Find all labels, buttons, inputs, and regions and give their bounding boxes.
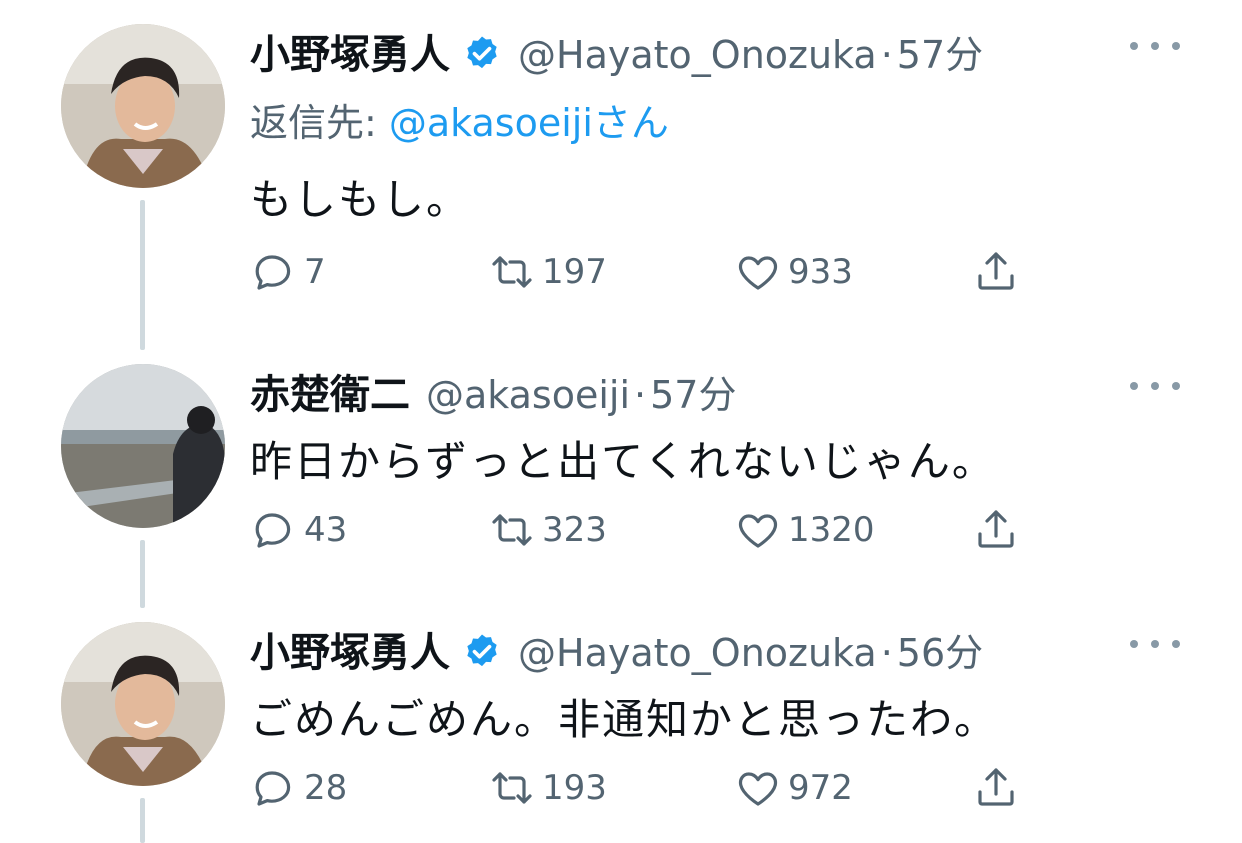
tweet-text: ごめんごめん。非通知かと思ったわ。 <box>250 695 999 744</box>
more-icon[interactable] <box>1130 376 1180 396</box>
like-count: 1320 <box>788 510 875 550</box>
retweet-count: 197 <box>542 252 607 292</box>
retweet-icon <box>492 772 532 804</box>
verified-badge-icon <box>462 34 502 74</box>
like-button[interactable]: 1320 <box>734 506 875 554</box>
reply-icon <box>255 513 291 548</box>
thread-connector-line <box>140 798 145 843</box>
display-name[interactable]: 小野塚勇人 <box>250 22 450 80</box>
thread-connector-line <box>140 540 145 608</box>
retweet-count: 193 <box>542 768 607 808</box>
avatar-photo <box>61 622 225 786</box>
timestamp[interactable]: 56分 <box>897 622 983 677</box>
display-name[interactable]: 赤楚衛二 <box>250 362 410 420</box>
reply-count: 28 <box>304 768 348 808</box>
avatar-photo <box>61 24 225 188</box>
avatar-photo <box>61 364 225 528</box>
tweet-text: もしもし。 <box>250 175 471 224</box>
avatar[interactable] <box>61 622 225 786</box>
retweet-button[interactable]: 323 <box>488 506 607 554</box>
heart-icon <box>738 256 778 290</box>
reply-count: 43 <box>304 510 348 550</box>
tweet-header: 小野塚勇人 @Hayato_Onozuka · 56分 <box>250 620 983 678</box>
retweet-button[interactable]: 193 <box>488 764 607 812</box>
timestamp[interactable]: 57分 <box>650 364 736 419</box>
like-button[interactable]: 933 <box>734 248 853 296</box>
tweet[interactable]: 小野塚勇人 @Hayato_Onozuka · 57分 返信先: @akasoe… <box>0 0 1242 330</box>
reply-count: 7 <box>304 252 326 292</box>
reply-button[interactable]: 28 <box>250 764 347 812</box>
reply-suffix: さん <box>592 101 669 145</box>
more-icon[interactable] <box>1130 36 1180 56</box>
heart-icon <box>738 772 778 806</box>
retweet-button[interactable]: 197 <box>488 248 607 296</box>
timestamp[interactable]: 57分 <box>897 24 983 79</box>
reply-context: 返信先: @akasoeijiさん <box>250 92 669 147</box>
retweet-count: 323 <box>542 510 607 550</box>
heart-icon <box>738 514 778 548</box>
user-handle[interactable]: @akasoeiji <box>426 373 630 417</box>
reply-label: 返信先: <box>250 101 389 145</box>
retweet-icon <box>492 514 532 546</box>
retweet-icon <box>492 256 532 288</box>
share-button[interactable] <box>972 506 1026 554</box>
separator-dot: · <box>880 631 893 675</box>
user-handle[interactable]: @Hayato_Onozuka <box>518 631 877 675</box>
more-icon[interactable] <box>1130 634 1180 654</box>
like-count: 972 <box>788 768 853 808</box>
action-bar: 7 197 933 <box>250 248 1030 298</box>
tweet-text: 昨日からずっと出てくれないじゃん。 <box>250 437 996 486</box>
reply-icon <box>255 255 291 290</box>
action-bar: 43 323 1320 <box>250 506 1030 556</box>
separator-dot: · <box>634 373 647 417</box>
share-icon <box>978 252 1014 290</box>
user-handle[interactable]: @Hayato_Onozuka <box>518 33 877 77</box>
verified-badge-icon <box>462 632 502 672</box>
share-icon <box>978 768 1014 806</box>
tweet-header: 赤楚衛二 @akasoeiji · 57分 <box>250 362 736 420</box>
reply-mention-link[interactable]: @akasoeiji <box>389 101 593 145</box>
avatar[interactable] <box>61 24 225 188</box>
like-button[interactable]: 972 <box>734 764 853 812</box>
share-button[interactable] <box>972 764 1026 812</box>
reply-icon <box>255 771 291 806</box>
display-name[interactable]: 小野塚勇人 <box>250 620 450 678</box>
share-button[interactable] <box>972 248 1026 296</box>
action-bar: 28 193 972 <box>250 764 1030 814</box>
like-count: 933 <box>788 252 853 292</box>
tweet[interactable]: 小野塚勇人 @Hayato_Onozuka · 56分 ごめんごめん。非通知かと… <box>0 0 1242 808</box>
avatar[interactable] <box>61 364 225 528</box>
reply-button[interactable]: 7 <box>250 248 326 296</box>
separator-dot: · <box>880 33 893 77</box>
tweet-header: 小野塚勇人 @Hayato_Onozuka · 57分 <box>250 22 983 80</box>
reply-button[interactable]: 43 <box>250 506 347 554</box>
share-icon <box>978 510 1014 548</box>
